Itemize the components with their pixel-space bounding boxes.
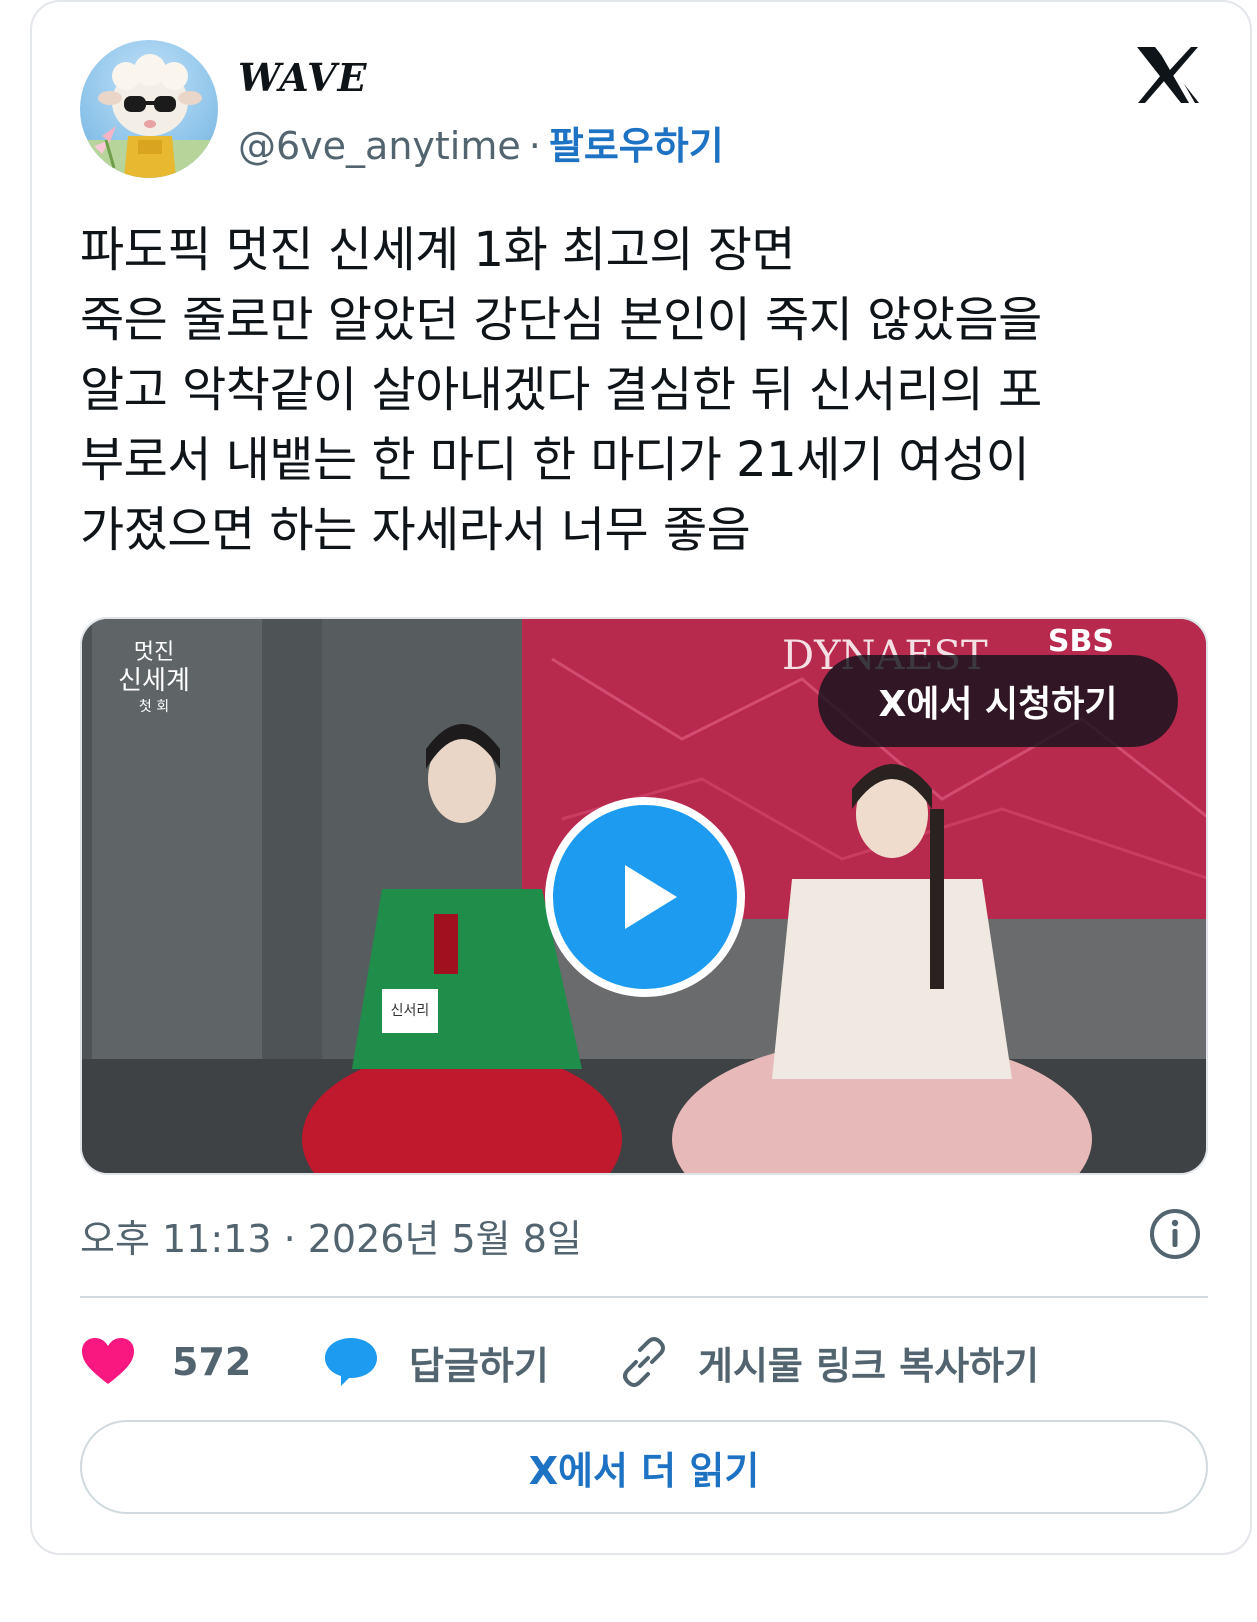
name-tag: 신서리	[391, 1003, 430, 1019]
tweet-text: 파도픽 멋진 신세계 1화 최고의 장면 죽은 줄로만 알았던 강단심 본인이 …	[80, 222, 1042, 558]
play-icon	[625, 865, 677, 929]
divider	[80, 1296, 1208, 1298]
play-button[interactable]	[545, 797, 745, 997]
action-bar: 572 답글하기 게시물 링크 복사하기	[80, 1330, 1220, 1394]
overlay-sub: 첫 회	[139, 699, 169, 715]
reply-button[interactable]: 답글하기	[323, 1330, 549, 1394]
handle-separator: ·	[528, 124, 541, 168]
read-more-button[interactable]: X에서 더 읽기	[80, 1420, 1208, 1514]
heart-icon	[82, 1338, 134, 1384]
copy-link-label: 게시물 링크 복사하기	[698, 1343, 1040, 1388]
sheep-avatar-image	[80, 54, 218, 178]
x-logo-icon[interactable]	[1135, 45, 1201, 105]
author-handle[interactable]: @6ve_anytime	[238, 124, 521, 168]
info-icon[interactable]	[1148, 1207, 1202, 1261]
author-handle-row: @6ve_anytime · 팔로우하기	[238, 115, 724, 170]
tweet-timestamp[interactable]: 오후 11:13 · 2026년 5월 8일	[80, 1208, 582, 1263]
author-name[interactable]: WAVE	[238, 55, 367, 100]
link-icon	[623, 1337, 665, 1387]
overlay-logo-line1: 멋진	[134, 640, 174, 665]
like-button[interactable]: 572	[80, 1330, 251, 1394]
author-avatar[interactable]	[80, 40, 218, 178]
reply-bubble-icon	[325, 1338, 377, 1386]
watch-on-x-button[interactable]: X에서 시청하기	[818, 655, 1178, 747]
follow-button[interactable]: 팔로우하기	[549, 124, 724, 168]
broadcaster-logo: SBS	[1048, 624, 1114, 659]
overlay-logo-line2: 신세계	[118, 666, 190, 696]
copy-link-button[interactable]: 게시물 링크 복사하기	[618, 1330, 1039, 1394]
like-count: 572	[172, 1340, 252, 1384]
reply-label: 답글하기	[409, 1343, 549, 1388]
